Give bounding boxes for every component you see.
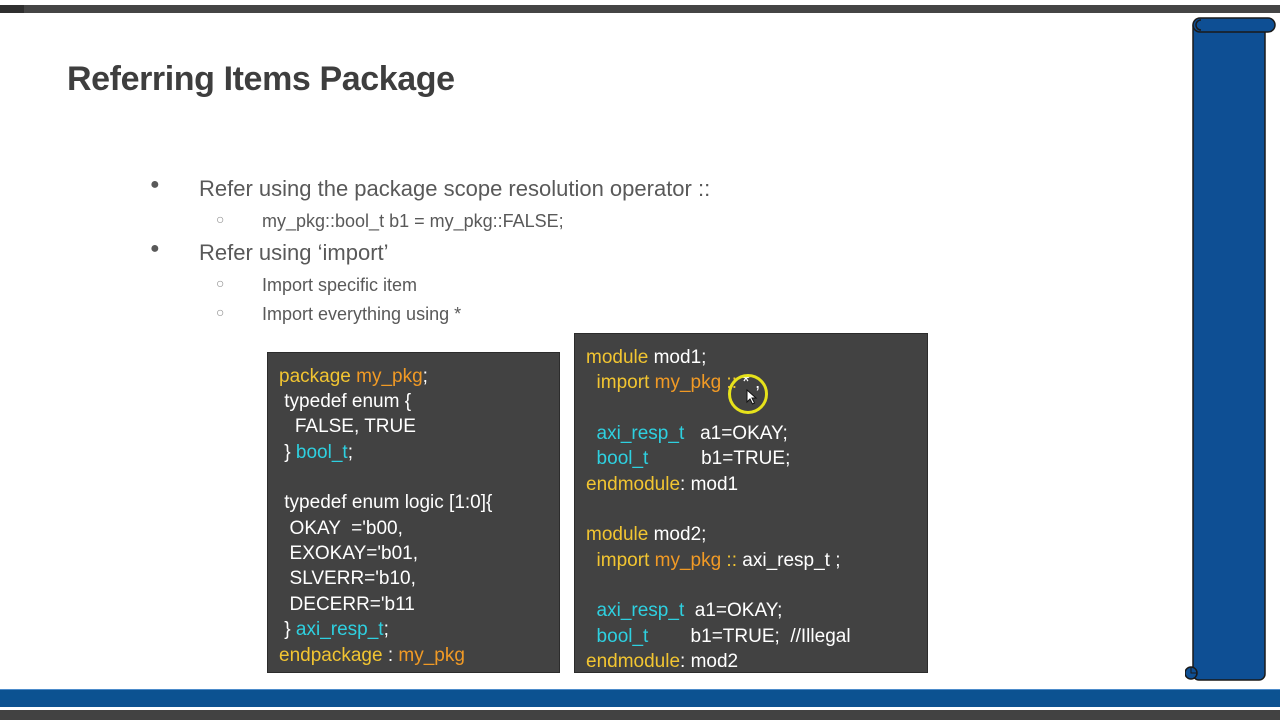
- code-text: FALSE, TRUE: [279, 416, 416, 437]
- code-text: mod2;: [648, 524, 707, 545]
- type-name-token: axi_resp_t: [586, 600, 685, 621]
- mouse-pointer-icon: [746, 389, 758, 405]
- code-text: b1=TRUE; //Illegal: [648, 626, 851, 647]
- code-line: FALSE, TRUE: [279, 416, 416, 438]
- code-text: axi_resp_t ;: [742, 550, 841, 571]
- keyword-token: endpackage: [279, 645, 383, 666]
- type-name-token: bool_t: [586, 626, 649, 647]
- code-line: module mod2;: [586, 524, 706, 546]
- code-line: DECERR='b11: [279, 594, 415, 616]
- top-border-accent: [0, 5, 24, 13]
- sub-bullet-circle-icon: ○: [216, 211, 225, 227]
- code-text: mod1;: [648, 347, 707, 368]
- code-text: : mod2: [680, 651, 739, 672]
- type-name-token: axi_resp_t: [586, 423, 685, 444]
- code-line: bool_t b1=TRUE;: [586, 448, 791, 470]
- code-text: ;: [383, 619, 389, 640]
- keyword-token: endmodule: [586, 474, 681, 495]
- code-line: typedef enum {: [279, 391, 411, 413]
- keyword-token: package: [279, 366, 351, 387]
- code-text: EXOKAY='b01,: [279, 543, 418, 564]
- code-text: SLVERR='b10,: [279, 568, 416, 589]
- keyword-token: import: [586, 550, 655, 571]
- code-text: }: [279, 442, 296, 463]
- code-line: module mod1;: [586, 347, 706, 369]
- code-text: : mod1: [680, 474, 739, 495]
- keyword-token: module: [586, 524, 649, 545]
- code-line: SLVERR='b10,: [279, 568, 416, 590]
- code-text: typedef enum {: [279, 391, 412, 412]
- code-line: } bool_t;: [279, 442, 353, 464]
- sub-bullet-text: Import everything using *: [262, 304, 462, 324]
- sub-bullet-circle-icon: ○: [216, 304, 225, 320]
- code-line: axi_resp_t a1=OKAY;: [586, 600, 783, 622]
- code-line: import my_pkg :: axi_resp_t ;: [586, 550, 841, 572]
- code-line: EXOKAY='b01,: [279, 543, 418, 565]
- bullet-dot-icon: ●: [150, 176, 160, 193]
- sub-bullet-circle-icon: ○: [216, 275, 225, 291]
- footer-dark-bar: [0, 710, 1280, 720]
- code-text: typedef enum logic [1:0]{: [279, 492, 493, 513]
- type-name-token: bool_t: [295, 442, 348, 463]
- code-line: bool_t b1=TRUE; //Illegal: [586, 626, 851, 648]
- code-line: endmodule: mod1: [586, 474, 738, 496]
- scroll-banner-icon: [1185, 17, 1276, 681]
- code-text: ;: [347, 442, 353, 463]
- code-line: OKAY ='b00,: [279, 518, 403, 540]
- code-text: a1=OKAY;: [684, 600, 783, 621]
- type-name-token: bool_t: [586, 448, 649, 469]
- package-name-token: my_pkg: [398, 645, 465, 666]
- top-border-bar: [0, 5, 1280, 13]
- keyword-token: module: [586, 347, 649, 368]
- footer-blue-bar: [0, 689, 1280, 707]
- code-line: package my_pkg;: [279, 366, 428, 388]
- package-name-token: my_pkg: [356, 366, 423, 387]
- package-name-token: my_pkg: [654, 372, 722, 393]
- package-code-block: package my_pkg; typedef enum { FALSE, TR…: [267, 352, 560, 673]
- keyword-token: endmodule: [586, 651, 681, 672]
- sub-bullet-text: Import specific item: [262, 275, 418, 295]
- sub-bullet-text: my_pkg::bool_t b1 = my_pkg::FALSE;: [262, 211, 564, 231]
- code-text: a1=OKAY;: [684, 423, 788, 444]
- code-text: }: [279, 619, 296, 640]
- code-text: b1=TRUE;: [648, 448, 791, 469]
- code-line: } axi_resp_t;: [279, 619, 389, 641]
- code-line: endpackage : my_pkg: [279, 645, 465, 667]
- package-name-token: my_pkg: [654, 550, 722, 571]
- type-name-token: axi_resp_t: [295, 619, 384, 640]
- code-line: typedef enum logic [1:0]{: [279, 492, 492, 514]
- scope-operator-token: ::: [721, 550, 743, 571]
- code-text: :: [382, 645, 399, 666]
- slide-title: Referring Items Package: [67, 60, 455, 98]
- bullet-text: Refer using ‘import’: [199, 240, 389, 265]
- bullet-text: Refer using the package scope resolution…: [199, 176, 711, 201]
- bullet-dot-icon: ●: [150, 240, 160, 257]
- code-text: OKAY ='b00,: [279, 518, 403, 539]
- code-line: endmodule: mod2: [586, 651, 738, 673]
- code-line: axi_resp_t a1=OKAY;: [586, 423, 788, 445]
- keyword-token: import: [586, 372, 655, 393]
- code-text: ;: [422, 366, 428, 387]
- code-text: DECERR='b11: [279, 594, 415, 615]
